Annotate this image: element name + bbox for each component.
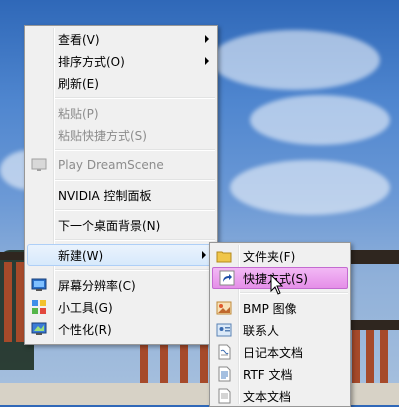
submenu-arrow-icon [205, 57, 209, 65]
menu-item-personalize-label: 个性化(R) [58, 322, 112, 337]
dreamscene-icon [31, 157, 47, 173]
menu-item-gadgets-label: 小工具(G) [58, 300, 113, 315]
menu-item-sort-by-label: 排序方式(O) [58, 54, 125, 69]
menu-separator [55, 149, 215, 151]
submenu-item-rtf-document-label: RTF 文档 [243, 367, 293, 382]
submenu-item-rtf-document[interactable]: RTF 文档 [210, 363, 350, 385]
menu-item-screen-resolution-label: 屏幕分辨率(C) [58, 278, 136, 293]
menu-separator [55, 179, 215, 181]
menu-item-screen-resolution[interactable]: 屏幕分辨率(C) [25, 274, 217, 296]
submenu-item-journal-document[interactable]: 日记本文档 [210, 341, 350, 363]
menu-item-paste-shortcut-label: 粘贴快捷方式(S) [58, 128, 147, 143]
new-submenu: 文件夹(F) 快捷方式(S) BMP 图像 联系人 日记本文档 RTF 文档 文… [209, 242, 351, 407]
submenu-arrow-icon [205, 35, 209, 43]
menu-item-new-label: 新建(W) [58, 248, 104, 263]
menu-item-sort-by[interactable]: 排序方式(O) [25, 50, 217, 72]
submenu-arrow-icon [202, 251, 206, 259]
menu-separator [55, 97, 215, 99]
journal-icon [216, 344, 232, 360]
menu-item-play-dreamscene-label: Play DreamScene [58, 158, 164, 172]
menu-item-personalize[interactable]: 个性化(R) [25, 318, 217, 340]
bmp-image-icon [216, 300, 232, 316]
submenu-item-bmp-image[interactable]: BMP 图像 [210, 297, 350, 319]
menu-item-play-dreamscene[interactable]: Play DreamScene [25, 154, 217, 176]
submenu-item-folder[interactable]: 文件夹(F) [210, 245, 350, 267]
submenu-item-text-document-label: 文本文档 [243, 389, 292, 404]
menu-item-new[interactable]: 新建(W) [27, 244, 215, 266]
submenu-item-contact[interactable]: 联系人 [210, 319, 350, 341]
menu-item-refresh-label: 刷新(E) [58, 76, 99, 91]
menu-item-next-desktop-background[interactable]: 下一个桌面背景(N) [25, 214, 217, 236]
menu-separator [240, 292, 348, 294]
mouse-cursor-icon [270, 274, 284, 295]
menu-separator [55, 239, 215, 241]
menu-item-paste-shortcut[interactable]: 粘贴快捷方式(S) [25, 124, 217, 146]
menu-item-refresh[interactable]: 刷新(E) [25, 72, 217, 94]
menu-item-paste-label: 粘贴(P) [58, 106, 99, 121]
contact-icon [216, 322, 232, 338]
submenu-item-contact-label: 联系人 [243, 323, 280, 338]
menu-item-nvidia-control-panel[interactable]: NVIDIA 控制面板 [25, 184, 217, 206]
shortcut-icon [219, 270, 235, 286]
submenu-item-bmp-image-label: BMP 图像 [243, 301, 297, 316]
folder-icon [216, 248, 232, 264]
menu-item-view-label: 查看(V) [58, 32, 100, 47]
monitor-icon [31, 277, 47, 293]
menu-separator [55, 209, 215, 211]
menu-item-gadgets[interactable]: 小工具(G) [25, 296, 217, 318]
personalize-icon [31, 321, 47, 337]
menu-separator [55, 269, 215, 271]
menu-item-nvidia-control-panel-label: NVIDIA 控制面板 [58, 188, 152, 203]
menu-item-view[interactable]: 查看(V) [25, 28, 217, 50]
submenu-item-journal-document-label: 日记本文档 [243, 345, 304, 360]
menu-item-next-desktop-background-label: 下一个桌面背景(N) [58, 218, 161, 233]
submenu-item-folder-label: 文件夹(F) [243, 249, 296, 264]
text-file-icon [216, 388, 232, 404]
submenu-item-text-document[interactable]: 文本文档 [210, 385, 350, 407]
gadgets-icon [31, 299, 47, 315]
desktop-context-menu: 查看(V) 排序方式(O) 刷新(E) 粘贴(P) 粘贴快捷方式(S) Play… [24, 25, 218, 345]
menu-item-paste[interactable]: 粘贴(P) [25, 102, 217, 124]
rtf-icon [216, 366, 232, 382]
